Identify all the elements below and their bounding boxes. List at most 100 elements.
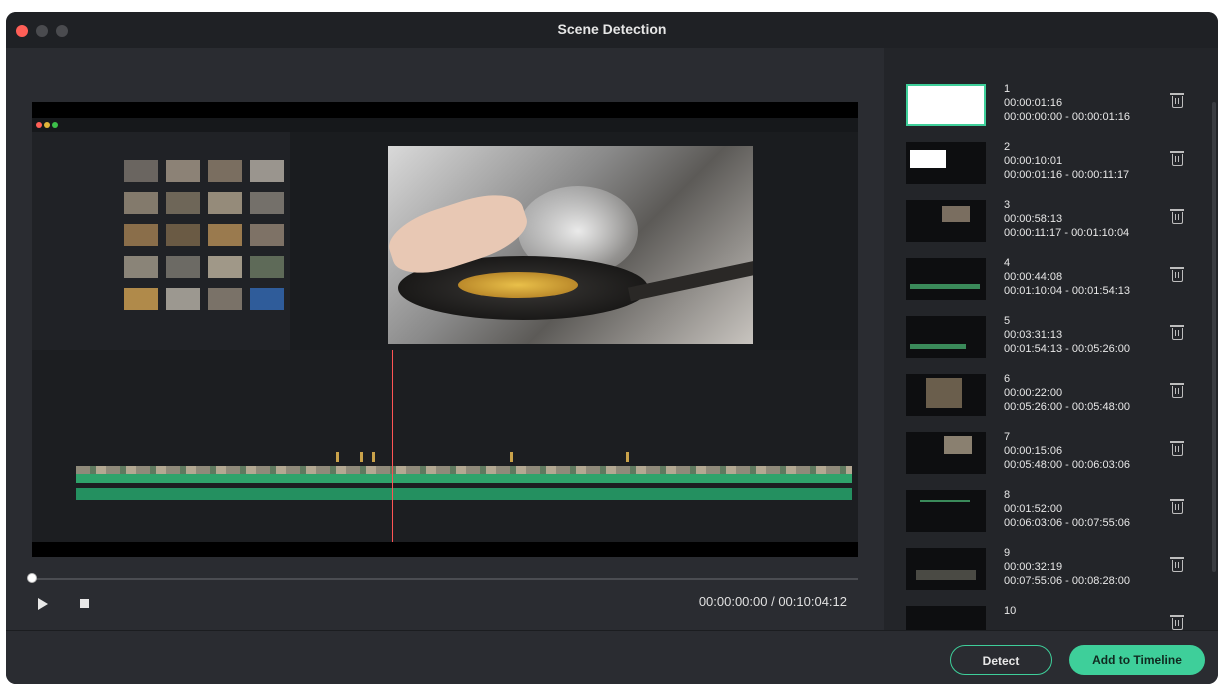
play-button[interactable]	[38, 598, 48, 610]
thumb-content	[920, 500, 970, 502]
scene-thumbnail[interactable]	[906, 548, 986, 590]
scene-range: 00:05:48:00 - 00:06:03:06	[1004, 459, 1130, 471]
nested-dot	[44, 122, 50, 128]
scene-number: 4	[1004, 257, 1011, 269]
delete-scene-icon[interactable]	[1170, 615, 1184, 630]
scene-duration: 00:03:31:13	[1004, 329, 1063, 341]
scene-number: 8	[1004, 489, 1011, 501]
scene-info: 10	[1004, 604, 1016, 618]
scene-thumbnail[interactable]	[906, 606, 986, 630]
thumb-content	[910, 344, 966, 349]
video-preview[interactable]	[32, 102, 858, 557]
scene-info: 3 00:00:58:13 00:00:11:17 - 00:01:10:04	[1004, 198, 1129, 240]
scene-range: 00:05:26:00 - 00:05:48:00	[1004, 401, 1130, 413]
scene-info: 7 00:00:15:06 00:05:48:00 - 00:06:03:06	[1004, 430, 1130, 472]
nested-dot	[36, 122, 42, 128]
food	[458, 272, 578, 298]
delete-scene-icon[interactable]	[1170, 325, 1184, 340]
scene-item[interactable]: 6 00:00:22:00 00:05:26:00 - 00:05:48:00	[884, 372, 1194, 432]
scene-thumbnail[interactable]	[906, 258, 986, 300]
scene-range: 00:01:10:04 - 00:01:54:13	[1004, 285, 1130, 297]
scene-item[interactable]: 4 00:00:44:08 00:01:10:04 - 00:01:54:13	[884, 256, 1194, 316]
scene-thumbnail[interactable]	[906, 316, 986, 358]
scene-thumbnail[interactable]	[906, 432, 986, 474]
scene-duration: 00:00:58:13	[1004, 213, 1063, 225]
nested-thumb	[166, 288, 200, 310]
cooking-video-frame	[388, 146, 753, 344]
scene-duration: 00:00:44:08	[1004, 271, 1063, 283]
nested-thumb	[250, 192, 284, 214]
delete-scene-icon[interactable]	[1170, 93, 1184, 108]
scene-number: 5	[1004, 315, 1011, 327]
preview-area: 00:00:00:00 / 00:10:04:12	[6, 48, 884, 630]
scene-item[interactable]: 10	[884, 604, 1194, 630]
detect-button[interactable]: Detect	[950, 645, 1052, 675]
scene-item[interactable]: 1 00:00:01:16 00:00:00:00 - 00:00:01:16	[884, 83, 1194, 142]
thumb-content	[926, 378, 962, 408]
scene-range: 00:00:01:16 - 00:00:11:17	[1004, 169, 1130, 181]
scene-item[interactable]: 9 00:00:32:19 00:07:55:06 - 00:08:28:00	[884, 546, 1194, 606]
scene-info: 8 00:01:52:00 00:06:03:06 - 00:07:55:06	[1004, 488, 1130, 530]
scene-item[interactable]: 8 00:01:52:00 00:06:03:06 - 00:07:55:06	[884, 488, 1194, 548]
scene-list: 1 00:00:01:16 00:00:00:00 - 00:00:01:16 …	[884, 48, 1218, 630]
scene-info: 2 00:00:10:01 00:00:01:16 - 00:00:11:17	[1004, 140, 1129, 182]
scene-thumbnail[interactable]	[906, 374, 986, 416]
scene-thumbnail[interactable]	[906, 142, 986, 184]
nested-media-panel	[32, 132, 290, 350]
thumb-content	[910, 150, 946, 168]
delete-scene-icon[interactable]	[1170, 209, 1184, 224]
scene-number: 6	[1004, 373, 1011, 385]
delete-scene-icon[interactable]	[1170, 383, 1184, 398]
audio-track	[76, 488, 852, 500]
scene-item[interactable]: 3 00:00:58:13 00:00:11:17 - 00:01:10:04	[884, 198, 1194, 258]
scene-range: 00:06:03:06 - 00:07:55:06	[1004, 517, 1130, 529]
video-frame-image	[32, 118, 858, 542]
nested-thumb	[208, 256, 242, 278]
timeline-marker	[626, 452, 629, 462]
scene-duration: 00:01:52:00	[1004, 503, 1063, 515]
add-to-timeline-button[interactable]: Add to Timeline	[1069, 645, 1205, 675]
thumb-content	[916, 570, 976, 580]
pan-handle	[627, 260, 753, 302]
delete-scene-icon[interactable]	[1170, 499, 1184, 514]
nested-dot	[52, 122, 58, 128]
timeline-marker	[360, 452, 363, 462]
scene-range: 00:07:55:06 - 00:08:28:00	[1004, 575, 1130, 587]
nested-thumb	[250, 288, 284, 310]
delete-scene-icon[interactable]	[1170, 151, 1184, 166]
scene-thumbnail[interactable]	[906, 200, 986, 242]
nested-app-titlebar	[32, 118, 858, 132]
scene-info: 6 00:00:22:00 00:05:26:00 - 00:05:48:00	[1004, 372, 1130, 414]
scene-number: 1	[1004, 83, 1011, 95]
playback-scrubber-handle[interactable]	[27, 573, 37, 583]
nested-thumb	[166, 192, 200, 214]
scene-detection-window: Scene Detection 00:00:00:00 / 00:10:04:1…	[6, 12, 1218, 684]
scene-range: 00:00:11:17 - 00:01:10:04	[1004, 227, 1130, 239]
timeline-marker	[372, 452, 375, 462]
scene-duration: 00:00:22:00	[1004, 387, 1063, 399]
timeline-marker	[510, 452, 513, 462]
delete-scene-icon[interactable]	[1170, 441, 1184, 456]
thumb-content	[910, 284, 980, 289]
nested-timeline	[32, 350, 858, 542]
scene-item[interactable]: 2 00:00:10:01 00:00:01:16 - 00:00:11:17	[884, 140, 1194, 200]
scene-number: 7	[1004, 431, 1011, 443]
scene-item[interactable]: 5 00:03:31:13 00:01:54:13 - 00:05:26:00	[884, 315, 1194, 374]
scene-item[interactable]: 7 00:00:15:06 00:05:48:00 - 00:06:03:06	[884, 430, 1194, 490]
scene-info: 4 00:00:44:08 00:01:10:04 - 00:01:54:13	[1004, 256, 1130, 298]
nested-thumb	[124, 288, 158, 310]
delete-scene-icon[interactable]	[1170, 267, 1184, 282]
playback-progress-bar[interactable]	[32, 578, 858, 580]
scene-number: 2	[1004, 141, 1011, 153]
scene-thumbnail[interactable]	[906, 490, 986, 532]
nested-thumb	[208, 288, 242, 310]
scene-thumbnail[interactable]	[906, 84, 986, 126]
timeline-marker	[336, 452, 339, 462]
nested-thumb	[124, 160, 158, 182]
scene-list-scrollbar[interactable]	[1212, 102, 1216, 572]
delete-scene-icon[interactable]	[1170, 557, 1184, 572]
scene-info: 9 00:00:32:19 00:07:55:06 - 00:08:28:00	[1004, 546, 1130, 588]
stop-button[interactable]	[80, 599, 89, 608]
scene-duration: 00:00:15:06	[1004, 445, 1063, 457]
nested-thumb	[208, 192, 242, 214]
